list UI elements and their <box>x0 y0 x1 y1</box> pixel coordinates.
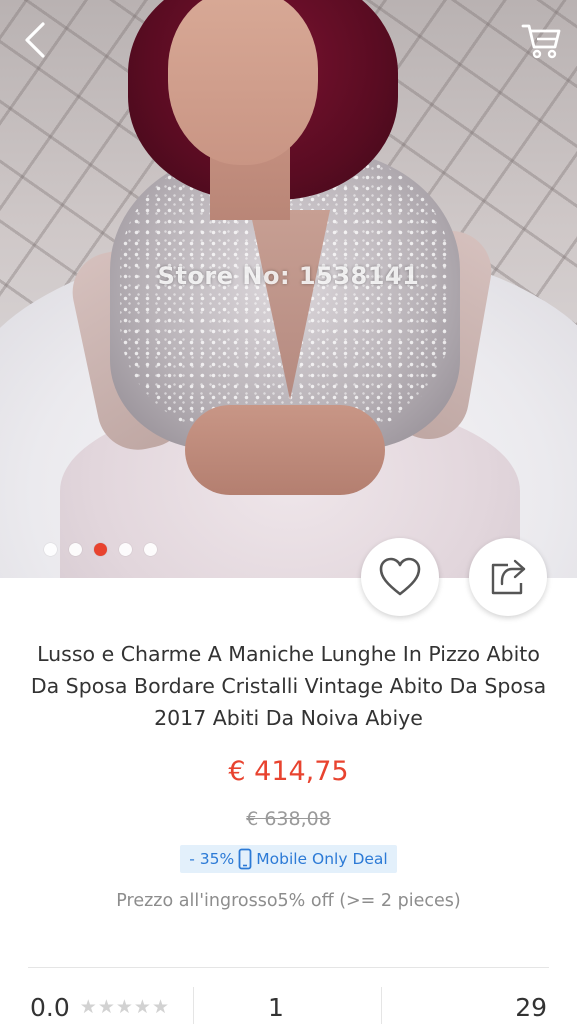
deal-row: - 35% Mobile Only Deal <box>0 845 577 873</box>
wishlist-count[interactable]: 29 <box>515 993 547 1022</box>
deal-discount: - 35% <box>189 850 235 868</box>
product-stats: 0.0 ★ ★ ★ ★ ★ 1 29 <box>0 985 577 1024</box>
mobile-phone-icon <box>238 848 252 870</box>
heart-outline-icon <box>379 557 421 596</box>
mobile-deal-badge[interactable]: - 35% Mobile Only Deal <box>180 845 397 873</box>
gallery-dot[interactable] <box>44 543 57 556</box>
rating-stars: ★ ★ ★ ★ ★ <box>80 998 169 1017</box>
star-empty-icon: ★ <box>79 996 97 1018</box>
model-hands <box>185 405 385 495</box>
share-icon <box>491 559 526 595</box>
star-empty-icon: ★ <box>133 996 151 1018</box>
back-button[interactable] <box>14 18 58 62</box>
stats-divider <box>193 987 194 1024</box>
share-button[interactable] <box>469 538 547 616</box>
store-watermark: Store No: 1538141 <box>157 262 420 290</box>
original-price: € 638,08 <box>246 808 331 830</box>
gallery-dot-active[interactable] <box>94 543 107 556</box>
gallery-dot[interactable] <box>69 543 82 556</box>
wishlist-button[interactable] <box>361 538 439 616</box>
star-empty-icon: ★ <box>115 996 133 1018</box>
shopping-cart-icon <box>521 24 561 59</box>
star-empty-icon: ★ <box>97 996 115 1018</box>
wholesale-price-info[interactable]: Prezzo all'ingrosso5% off (>= 2 pieces) <box>0 891 577 911</box>
rating-summary[interactable]: 0.0 ★ ★ ★ ★ ★ <box>30 993 169 1022</box>
chevron-left-icon <box>25 22 45 58</box>
model-face <box>168 0 318 165</box>
stats-divider <box>381 987 382 1024</box>
star-empty-icon: ★ <box>151 996 169 1018</box>
product-title: Lusso e Charme A Maniche Lunghe In Pizzo… <box>30 642 547 730</box>
section-divider <box>28 967 549 968</box>
gallery-dot[interactable] <box>119 543 132 556</box>
deal-label: Mobile Only Deal <box>256 850 388 868</box>
product-image-gallery[interactable]: Store No: 1538141 <box>0 0 577 578</box>
orders-count[interactable]: 1 <box>268 993 284 1022</box>
sale-price: € 414,75 <box>228 756 349 787</box>
gallery-dot[interactable] <box>144 543 157 556</box>
gallery-pagination <box>44 543 157 556</box>
rating-value: 0.0 <box>30 993 70 1022</box>
cart-button[interactable] <box>519 18 563 62</box>
